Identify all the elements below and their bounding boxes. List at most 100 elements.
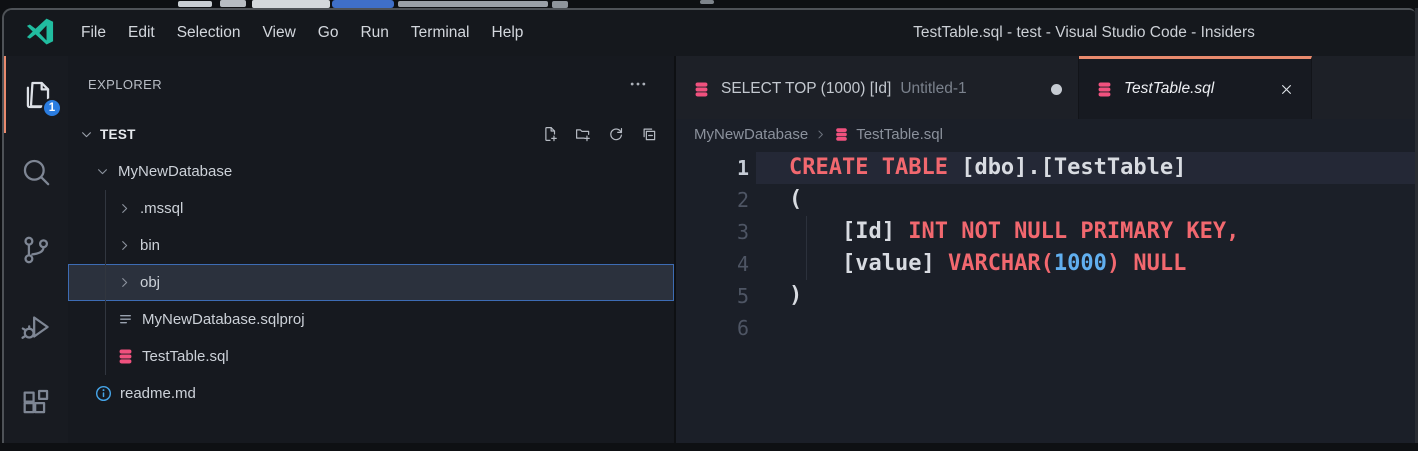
tree-item-mynewdatabase[interactable]: MyNewDatabase bbox=[68, 153, 674, 190]
menu-item-help[interactable]: Help bbox=[481, 11, 535, 55]
database-icon bbox=[833, 126, 856, 143]
tab-description: Untitled-1 bbox=[900, 80, 966, 98]
tree-item-mssql[interactable]: .mssql bbox=[68, 190, 674, 227]
section-actions bbox=[541, 125, 658, 143]
activitybar-source-control[interactable] bbox=[4, 211, 68, 288]
menu-item-edit[interactable]: Edit bbox=[117, 11, 166, 55]
line-number: 6 bbox=[676, 312, 749, 344]
menu-item-run[interactable]: Run bbox=[349, 11, 399, 55]
chevron-right-icon bbox=[116, 237, 133, 254]
file-tree: MyNewDatabase .mssql bin obj MyNewDatabase.s… bbox=[68, 153, 674, 412]
debug-icon bbox=[19, 310, 53, 344]
code-editor[interactable]: 1CREATE TABLE [dbo].[TestTable]2(3 [Id] … bbox=[676, 150, 1415, 443]
source-control-icon bbox=[19, 233, 53, 267]
code-text: CREATE TABLE [dbo].[TestTable] bbox=[789, 152, 1186, 184]
tree-item-obj[interactable]: obj bbox=[68, 264, 674, 301]
line-number: 4 bbox=[676, 248, 749, 280]
tree-item-label: MyNewDatabase.sqlproj bbox=[142, 311, 305, 328]
project-file-icon bbox=[116, 310, 135, 329]
chevron-right-icon bbox=[116, 274, 133, 291]
window-title: TestTable.sql - test - Visual Studio Cod… bbox=[694, 24, 1415, 42]
code-text: [Id] INT NOT NULL PRIMARY KEY, bbox=[789, 216, 1239, 248]
search-icon bbox=[19, 155, 53, 189]
close-icon[interactable] bbox=[1278, 81, 1295, 98]
tree-item-label: .mssql bbox=[140, 200, 183, 217]
tree-item-label: bin bbox=[140, 237, 160, 254]
code-line-1[interactable]: 1 CREATE TABLE [dbo].[TestTable] bbox=[676, 152, 1415, 184]
code-text: ( bbox=[789, 184, 802, 216]
activitybar-explorer[interactable]: 1 bbox=[4, 56, 68, 133]
section-label: TEST bbox=[100, 127, 136, 142]
background-window-fragment bbox=[220, 0, 246, 7]
code-line-4[interactable]: 4 [value] VARCHAR(1000) NULL bbox=[676, 248, 1415, 280]
tree-item-testtable-sql[interactable]: TestTable.sql bbox=[68, 338, 674, 375]
tree-item-label: obj bbox=[140, 274, 160, 291]
activitybar-extensions[interactable] bbox=[4, 366, 68, 443]
line-number: 3 bbox=[676, 216, 749, 248]
explorer-sidebar: EXPLORER TEST MyNewDatabase.mssqlbinobjM… bbox=[68, 56, 676, 443]
menu-item-selection[interactable]: Selection bbox=[166, 11, 252, 55]
background-window-fragment bbox=[332, 0, 394, 8]
chevron-right-icon bbox=[808, 127, 833, 142]
tree-item-readme-md[interactable]: readme.md bbox=[68, 375, 674, 412]
tree-indent-guide bbox=[105, 190, 106, 375]
background-window-fragment bbox=[398, 1, 548, 7]
modified-indicator bbox=[1051, 84, 1062, 95]
tab-label: TestTable.sql bbox=[1124, 80, 1214, 98]
chevron-right-icon bbox=[116, 200, 133, 217]
new-file-button[interactable] bbox=[541, 125, 559, 143]
collapse-all-button[interactable] bbox=[640, 125, 658, 143]
code-text: ) bbox=[789, 280, 802, 312]
refresh-button[interactable] bbox=[607, 125, 625, 143]
background-window-fragment bbox=[700, 0, 714, 4]
title-bar: FileEditSelectionViewGoRunTerminalHelp T… bbox=[4, 10, 1415, 56]
editor-group: SELECT TOP (1000) [Id] Untitled-1 TestTabl… bbox=[676, 56, 1415, 443]
activitybar-run-and-debug[interactable] bbox=[4, 288, 68, 365]
line-number: 2 bbox=[676, 184, 749, 216]
section-header-test[interactable]: TEST bbox=[68, 118, 674, 150]
more-actions-button[interactable] bbox=[628, 74, 648, 94]
breadcrumb-item-mynewdatabase[interactable]: MyNewDatabase bbox=[694, 126, 808, 143]
menu-item-terminal[interactable]: Terminal bbox=[400, 11, 481, 55]
activitybar-search[interactable] bbox=[4, 133, 68, 210]
menu-item-view[interactable]: View bbox=[251, 11, 306, 55]
vscode-window: FileEditSelectionViewGoRunTerminalHelp T… bbox=[2, 8, 1415, 443]
database-icon bbox=[1095, 80, 1114, 99]
tab-strip: SELECT TOP (1000) [Id] Untitled-1 TestTabl… bbox=[676, 56, 1415, 119]
code-line-2[interactable]: 2( bbox=[676, 184, 1415, 216]
background-window-fragment bbox=[552, 1, 568, 8]
database-icon bbox=[692, 80, 711, 99]
menu-item-go[interactable]: Go bbox=[307, 11, 350, 55]
chevron-down-icon bbox=[78, 126, 95, 143]
tab-label: SELECT TOP (1000) [Id] bbox=[721, 80, 891, 98]
code-line-6[interactable]: 6 bbox=[676, 312, 1415, 344]
breadcrumb[interactable]: MyNewDatabase TestTable.sql bbox=[676, 119, 1415, 150]
extensions-icon bbox=[19, 387, 53, 421]
menu-item-file[interactable]: File bbox=[70, 11, 117, 55]
tree-item-label: TestTable.sql bbox=[142, 348, 229, 365]
background-window-fragment bbox=[178, 1, 212, 7]
menu-bar: FileEditSelectionViewGoRunTerminalHelp bbox=[70, 11, 534, 55]
activity-bar: 1 bbox=[4, 56, 68, 443]
chevron-down-icon bbox=[94, 163, 111, 180]
sidebar-title: EXPLORER bbox=[88, 77, 162, 92]
tree-item-mynewdatabase-sqlproj[interactable]: MyNewDatabase.sqlproj bbox=[68, 301, 674, 338]
tree-item-bin[interactable]: bin bbox=[68, 227, 674, 264]
background-window-fragment bbox=[252, 0, 330, 8]
code-indent-guide bbox=[806, 216, 807, 280]
sidebar-header: EXPLORER bbox=[68, 56, 674, 112]
code-line-3[interactable]: 3 [Id] INT NOT NULL PRIMARY KEY, bbox=[676, 216, 1415, 248]
new-folder-button[interactable] bbox=[574, 125, 592, 143]
line-number: 5 bbox=[676, 280, 749, 312]
tree-item-label: readme.md bbox=[120, 385, 196, 402]
line-number: 1 bbox=[676, 152, 749, 184]
editor-tab-testtable-sql[interactable]: TestTable.sql bbox=[1079, 56, 1312, 119]
code-line-5[interactable]: 5) bbox=[676, 280, 1415, 312]
breadcrumb-item-testtable-sql[interactable]: TestTable.sql bbox=[833, 126, 943, 143]
editor-tab-select-top-1000-id[interactable]: SELECT TOP (1000) [Id] Untitled-1 bbox=[676, 56, 1079, 119]
tree-item-label: MyNewDatabase bbox=[118, 163, 232, 180]
vscode-insiders-logo bbox=[24, 17, 56, 49]
database-icon bbox=[116, 347, 135, 366]
info-icon bbox=[94, 384, 113, 403]
code-text: [value] VARCHAR(1000) NULL bbox=[789, 248, 1186, 280]
